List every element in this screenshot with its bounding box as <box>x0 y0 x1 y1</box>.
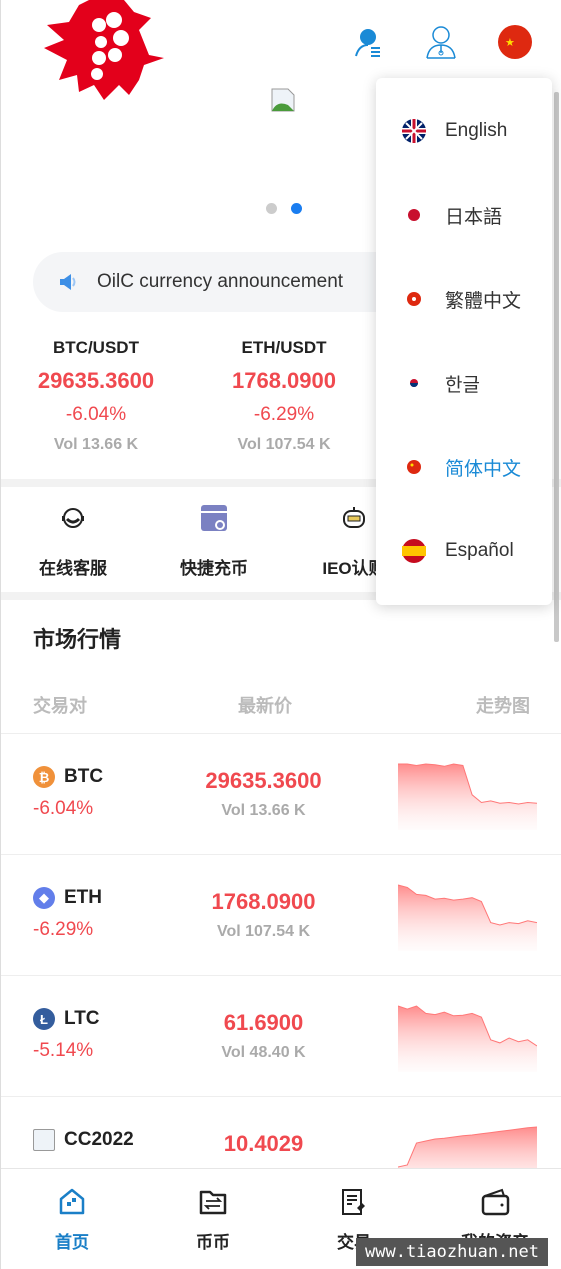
carousel-dot-active[interactable] <box>291 203 302 214</box>
watermark: www.tiaozhuan.net <box>356 1238 548 1266</box>
language-option[interactable]: Español <box>376 531 552 571</box>
hongkong-flag-icon <box>402 287 426 311</box>
language-option[interactable]: 日本語 <box>376 195 552 235</box>
coin-volume: Vol 107.54 K <box>216 923 311 940</box>
exchange-folder-icon <box>199 1190 227 1215</box>
korea-flag-icon <box>402 371 426 395</box>
spain-flag-icon <box>402 539 426 563</box>
coin-icon: ₿ <box>33 766 55 788</box>
uk-flag-icon <box>402 119 426 143</box>
user-list-icon[interactable] <box>351 24 387 60</box>
ticker-price: 29635.3600 <box>37 368 155 393</box>
ticker-volume: Vol 107.54 K <box>237 436 331 453</box>
coin-volume: Vol 13.66 K <box>221 802 306 819</box>
announcement-bar[interactable]: OilC currency announcement <box>33 252 433 312</box>
nav-label: 首页 <box>55 1233 89 1252</box>
trend-sparkline <box>398 1005 537 1072</box>
language-option[interactable]: 한글 <box>376 363 552 403</box>
header-price: 最新价 <box>238 696 292 716</box>
nav-label: 币币 <box>196 1233 230 1252</box>
ticker-pair: ETH/USDT <box>241 338 327 357</box>
trend-sparkline <box>398 763 537 830</box>
ticker-change: -6.29% <box>253 404 315 425</box>
coin-symbol: BTC <box>64 766 104 787</box>
coin-price: 61.6900 <box>223 1010 304 1035</box>
wallet-icon <box>481 1188 510 1216</box>
home-icon <box>59 1188 85 1215</box>
ticker-btc[interactable]: BTC/USDT 29635.3600 -6.04% Vol 13.66 K <box>1 338 191 454</box>
scrollbar[interactable] <box>554 92 559 642</box>
language-option[interactable]: 繁體中文 <box>376 279 552 319</box>
language-label: 日本語 <box>445 206 503 228</box>
language-label: English <box>445 120 508 141</box>
coin-icon: ◆ <box>33 887 55 909</box>
header-pair: 交易对 <box>33 696 87 716</box>
broken-image-icon <box>271 88 295 112</box>
coin-image-icon <box>33 1129 55 1151</box>
ticker-change: -6.04% <box>65 404 127 425</box>
coin-icon: Ł <box>33 1008 55 1030</box>
language-option[interactable]: English <box>376 111 552 151</box>
quick-link-label: 在线客服 <box>39 559 107 578</box>
ticker-eth[interactable]: ETH/USDT 1768.0900 -6.29% Vol 107.54 K <box>189 338 379 454</box>
nav-home[interactable]: 首页 <box>12 1187 132 1253</box>
trade-document-icon <box>342 1189 365 1215</box>
language-label: 繁體中文 <box>445 290 522 312</box>
coin-symbol: LTC <box>64 1008 100 1029</box>
coin-price: 10.4029 <box>223 1131 304 1156</box>
coin-price: 1768.0900 <box>211 889 316 914</box>
header-trend: 走势图 <box>476 696 530 716</box>
deposit-icon <box>201 505 227 531</box>
logo <box>44 0 164 100</box>
language-dropdown: English 日本語繁體中文 한글 简体中文 Español <box>376 78 552 605</box>
language-label: Español <box>445 540 514 561</box>
coin-symbol: ETH <box>64 887 102 908</box>
market-row[interactable]: Ł LTC -5.14% 61.6900 Vol 48.40 K <box>1 975 561 1096</box>
trend-area <box>398 764 537 830</box>
market-row[interactable]: ₿ BTC -6.04% 29635.3600 Vol 13.66 K <box>1 733 561 854</box>
quick-link-label: 快捷充币 <box>180 559 248 578</box>
speaker-icon <box>60 274 76 290</box>
quick-link-customer-service[interactable]: 在线客服 <box>3 500 143 579</box>
announcement-text: OilC currency announcement <box>97 271 344 292</box>
language-label: 简体中文 <box>445 458 522 480</box>
svg-text:★: ★ <box>505 37 515 49</box>
language-option[interactable]: 简体中文 <box>376 447 552 487</box>
china-flag-icon[interactable]: ★ <box>497 24 533 60</box>
ticker-volume: Vol 13.66 K <box>53 436 139 453</box>
coin-price: 29635.3600 <box>205 768 322 793</box>
ticker-price: 1768.0900 <box>232 368 336 393</box>
coin-change: -5.14% <box>33 1040 94 1061</box>
japan-flag-icon <box>402 203 426 227</box>
market-title: 市场行情 <box>33 627 122 652</box>
headset-icon <box>62 508 84 528</box>
robot-icon <box>343 507 365 528</box>
carousel-dot[interactable] <box>266 203 277 214</box>
coin-change: -6.04% <box>33 798 94 819</box>
nav-spot[interactable]: 币币 <box>153 1187 273 1253</box>
china-flag-icon <box>402 455 426 479</box>
coin-symbol: CC2022 <box>64 1129 134 1150</box>
trend-sparkline <box>398 884 537 951</box>
trend-area <box>398 1006 537 1072</box>
ticker-pair: BTC/USDT <box>53 338 139 357</box>
language-label: 한글 <box>445 374 480 396</box>
quick-link-deposit[interactable]: 快捷充币 <box>144 500 284 579</box>
coin-change: -6.29% <box>33 919 94 940</box>
customer-service-icon[interactable] <box>423 24 459 60</box>
market-row[interactable]: ◆ ETH -6.29% 1768.0900 Vol 107.54 K <box>1 854 561 975</box>
coin-volume: Vol 48.40 K <box>221 1044 306 1061</box>
